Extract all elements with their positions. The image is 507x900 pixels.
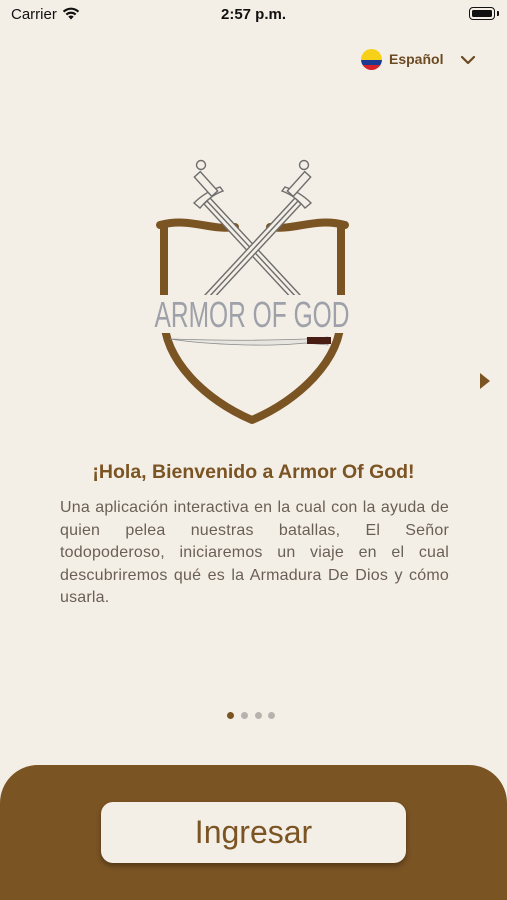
page-dot[interactable] — [227, 712, 234, 719]
enter-button[interactable]: Ingresar — [101, 802, 406, 863]
page-indicator[interactable] — [227, 712, 277, 722]
page-dot[interactable] — [241, 712, 248, 719]
welcome-title: ¡Hola, Bienvenido a Armor Of God! — [92, 461, 415, 483]
colombia-flag-icon — [361, 49, 382, 70]
armor-of-god-logo: ARMOR OF GOD — [150, 155, 355, 425]
battery-icon — [469, 7, 499, 20]
page-dot[interactable] — [255, 712, 262, 719]
next-arrow-icon[interactable] — [478, 372, 492, 390]
language-label: Español — [389, 51, 444, 67]
status-bar: Carrier 2:57 p.m. — [0, 0, 507, 30]
page-dot[interactable] — [268, 712, 275, 719]
chevron-down-icon — [460, 53, 476, 71]
welcome-description: Una aplicación interactiva en la cual co… — [60, 499, 449, 606]
clock: 2:57 p.m. — [220, 6, 287, 23]
logo-text: ARMOR OF GOD — [155, 294, 350, 335]
language-selector[interactable]: Español — [360, 48, 480, 72]
